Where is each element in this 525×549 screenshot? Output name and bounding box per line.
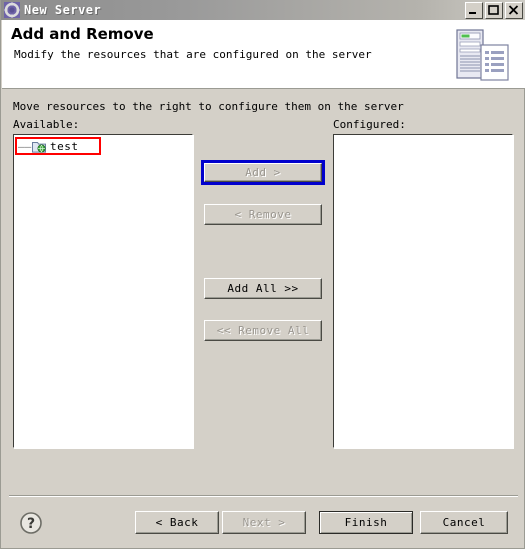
- add-button[interactable]: Add >: [204, 163, 322, 182]
- configured-resources-list[interactable]: [333, 134, 513, 448]
- window-controls: [465, 2, 523, 19]
- instruction-text: Move resources to the right to configure…: [13, 100, 404, 113]
- available-label: Available:: [13, 118, 80, 131]
- svg-text:?: ?: [27, 516, 35, 532]
- title-bar[interactable]: New Server: [1, 0, 525, 20]
- footer-divider: [9, 495, 518, 497]
- list-item[interactable]: —— test: [18, 139, 192, 154]
- add-all-button[interactable]: Add All >>: [204, 278, 322, 299]
- new-server-dialog: New Server Add and Remove Modify the res…: [0, 0, 525, 549]
- page-subtitle: Modify the resources that are configured…: [14, 48, 372, 61]
- tree-connector-icon: ——: [18, 140, 32, 153]
- list-item-label: test: [50, 140, 79, 153]
- window-title: New Server: [24, 3, 102, 17]
- server-gear-icon: [4, 2, 20, 18]
- next-button[interactable]: Next >: [222, 511, 306, 534]
- close-button[interactable]: [505, 2, 523, 19]
- page-title: Add and Remove: [11, 25, 154, 43]
- finish-button[interactable]: Finish: [319, 511, 413, 534]
- configured-label: Configured:: [333, 118, 406, 131]
- back-button[interactable]: < Back: [135, 511, 219, 534]
- maximize-button[interactable]: [485, 2, 503, 19]
- remove-button[interactable]: < Remove: [204, 204, 322, 225]
- minimize-button[interactable]: [465, 2, 483, 19]
- remove-all-button[interactable]: << Remove All: [204, 320, 322, 341]
- available-resources-list[interactable]: —— test: [13, 134, 193, 448]
- help-question-icon[interactable]: ?: [19, 511, 43, 535]
- web-project-icon: [32, 140, 46, 153]
- wizard-banner: Add and Remove Modify the resources that…: [2, 20, 525, 89]
- server-and-document-icon: [449, 27, 515, 83]
- cancel-button[interactable]: Cancel: [420, 511, 508, 534]
